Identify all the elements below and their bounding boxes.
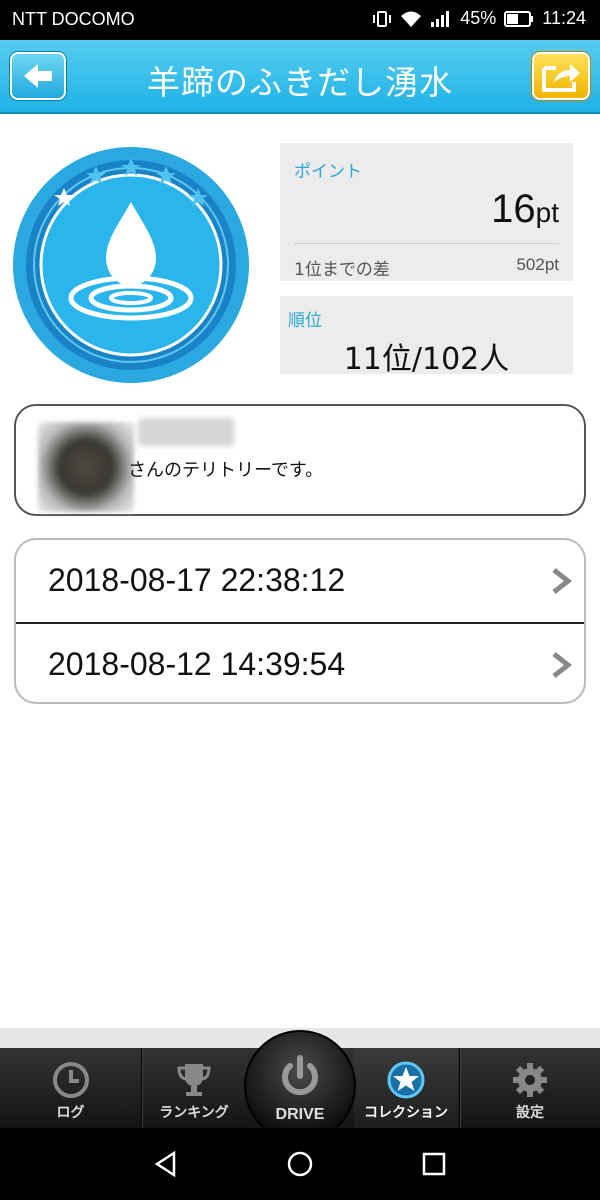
share-arrow-icon [542, 64, 580, 92]
drive-button[interactable]: DRIVE [244, 1030, 356, 1142]
log-list: 2018-08-17 22:38:12 2018-08-12 14:39:54 [14, 538, 586, 704]
home-circle-icon[interactable] [286, 1150, 314, 1178]
wifi-icon [401, 11, 422, 27]
tab-settings-label: 設定 [516, 1105, 544, 1121]
log-datetime: 2018-08-12 14:39:54 [48, 646, 346, 682]
gear-icon [513, 1063, 547, 1097]
owner-username-blurred [138, 418, 234, 446]
trophy-icon [177, 1064, 211, 1096]
tab-collection-label: コレクション [364, 1105, 448, 1121]
rank-panel: 順位 11位/102人 [280, 296, 573, 377]
star-circle-icon [387, 1061, 425, 1099]
chevron-right-icon [552, 652, 573, 678]
system-nav-bar [0, 1128, 600, 1200]
signal-icon [431, 10, 450, 27]
list-item[interactable]: 2018-08-12 14:39:54 [16, 622, 584, 702]
back-triangle-icon[interactable] [152, 1150, 180, 1178]
tab-collection[interactable]: コレクション [354, 1048, 458, 1128]
log-datetime: 2018-08-17 22:38:12 [48, 562, 346, 598]
share-button[interactable] [532, 52, 590, 100]
clock-icon [52, 1062, 89, 1098]
app-header: 羊蹄のふきだし湧水 [0, 40, 600, 114]
territory-owner-card[interactable]: さんのテリトリーです。 [14, 404, 586, 516]
drive-label: DRIVE [275, 1106, 325, 1123]
tab-log-label: ログ [56, 1105, 85, 1121]
chevron-right-icon [552, 568, 573, 594]
avatar [38, 422, 134, 512]
battery-icon [504, 10, 534, 27]
rank-value: 11位/102人 [343, 342, 510, 377]
list-item[interactable]: 2018-08-17 22:38:12 [16, 540, 584, 622]
points-panel: ポイント 16pt 1位までの差 502pt [280, 143, 573, 281]
points-unit: pt [535, 197, 559, 228]
carrier-name: NTT DOCOMO [12, 9, 135, 29]
points-value: 16pt [491, 187, 559, 232]
water-drop-ripple-icon [13, 147, 249, 383]
battery-percent: 45% [460, 8, 497, 28]
tab-ranking[interactable]: ランキング [142, 1048, 246, 1128]
divider [294, 243, 559, 244]
points-number: 16 [491, 187, 536, 231]
recents-square-icon[interactable] [420, 1150, 448, 1178]
diff-value: 502pt [516, 255, 559, 274]
diff-label: 1位までの差 [294, 260, 390, 280]
clock-time: 11:24 [542, 8, 586, 28]
vibrate-icon [373, 10, 392, 27]
rank-label: 順位 [288, 311, 322, 331]
power-icon [282, 1055, 318, 1096]
points-label: ポイント [294, 162, 362, 182]
status-icons: 45% 11:24 [372, 8, 586, 29]
page-title: 羊蹄のふきだし湧水 [147, 63, 453, 102]
territory-text: さんのテリトリーです。 [128, 460, 324, 481]
tab-ranking-label: ランキング [159, 1105, 229, 1121]
tab-log[interactable]: ログ [0, 1048, 141, 1128]
status-bar: NTT DOCOMO 45% 11:24 [0, 0, 600, 40]
tab-settings[interactable]: 設定 [460, 1048, 600, 1128]
